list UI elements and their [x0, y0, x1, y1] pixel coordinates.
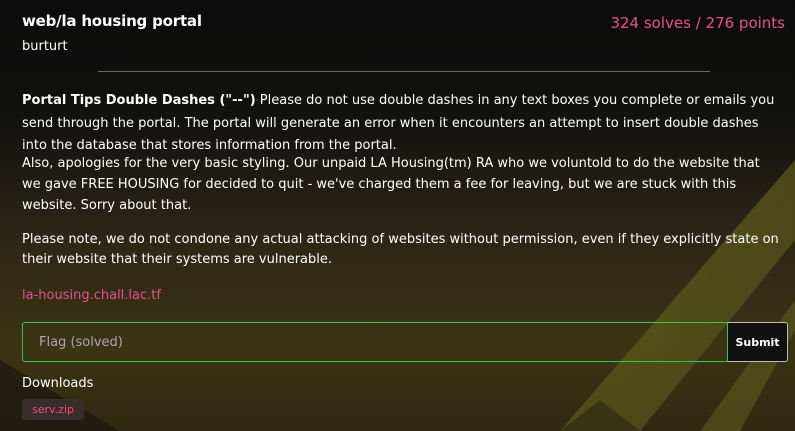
header-divider [98, 71, 710, 72]
flag-submit-form: Submit [22, 322, 788, 362]
submit-button[interactable]: Submit [728, 322, 788, 362]
flag-input[interactable] [22, 322, 728, 362]
instance-link[interactable]: la-housing.chall.lac.tf [22, 288, 161, 303]
description-paragraph-1: Portal Tips Double Dashes ("--") Please … [22, 90, 782, 158]
description-bold-heading: Portal Tips Double Dashes ("--") [22, 93, 256, 108]
challenge-title: web/la housing portal [22, 12, 202, 30]
solves-points-stat: 324 solves / 276 points [610, 14, 785, 32]
downloads-heading: Downloads [22, 376, 94, 391]
challenge-description: Portal Tips Double Dashes ("--") Please … [22, 90, 782, 270]
challenge-card: web/la housing portal burturt 324 solves… [0, 0, 795, 431]
description-paragraph-2: Also, apologies for the very basic styli… [22, 155, 760, 213]
download-file-chip[interactable]: serv.zip [22, 399, 84, 420]
description-paragraph-3: Please note, we do not condone any actua… [22, 231, 779, 267]
challenge-author: burturt [22, 39, 68, 54]
